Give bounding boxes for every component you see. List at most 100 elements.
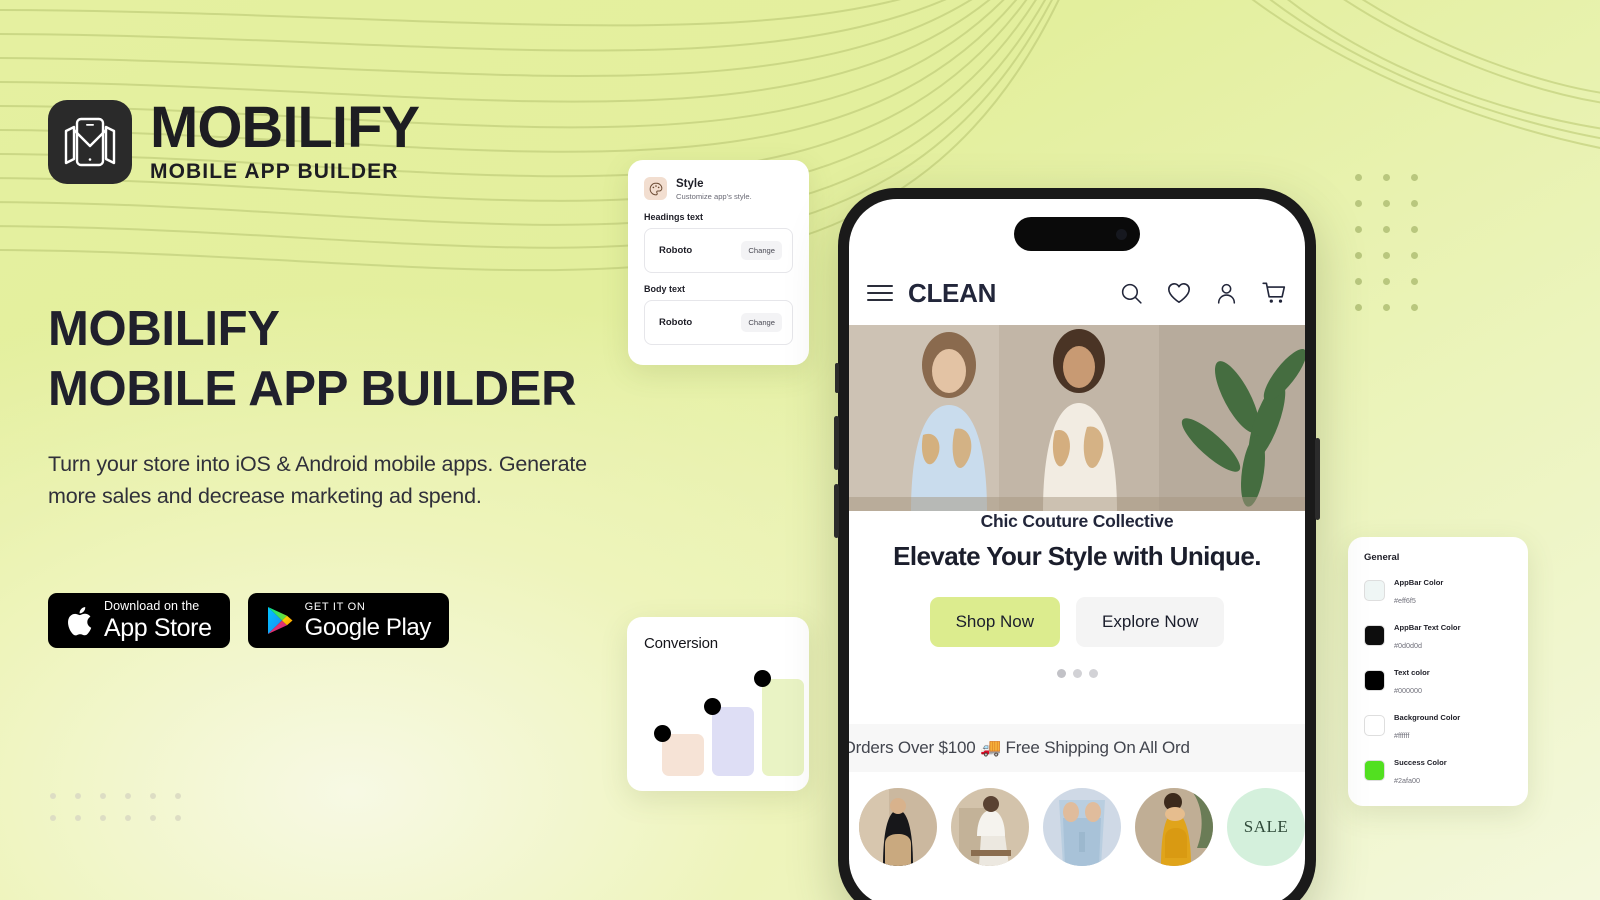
hero-body-text: Turn your store into iOS & Android mobil… (48, 451, 587, 508)
change-body-font-button[interactable]: Change (741, 313, 782, 333)
page-title: MOBILIFY MOBILE APP BUILDER (48, 300, 668, 420)
color-swatch[interactable] (1364, 714, 1385, 736)
headline-line-1: MOBILIFY (48, 302, 280, 356)
dot (50, 793, 56, 799)
pagination-dot[interactable] (1088, 669, 1098, 678)
color-hex: #eff6f5 (1394, 596, 1416, 605)
body-font-value: Roboto (659, 317, 693, 329)
conversion-bar-chart (644, 666, 804, 776)
hamburger-menu-icon[interactable] (867, 285, 893, 301)
dot (1411, 226, 1418, 233)
dot (1411, 174, 1418, 181)
dot (1383, 200, 1390, 207)
heart-icon[interactable] (1166, 280, 1192, 306)
logo-subtitle: MOBILE APP BUILDER (150, 160, 399, 184)
dot (1383, 278, 1390, 285)
yellow-dress-product[interactable] (1135, 788, 1213, 866)
general-card-title: General (1364, 552, 1400, 563)
app-header-actions (1119, 280, 1287, 306)
dot (125, 815, 131, 821)
pagination-dot[interactable] (1072, 669, 1082, 678)
dot (1411, 304, 1418, 311)
carousel-pagination[interactable] (867, 669, 1287, 678)
sale-badge[interactable]: SALE (1227, 788, 1305, 866)
dot (175, 793, 181, 799)
style-settings-card: Style Customize app's style. Headings te… (628, 160, 809, 366)
promo-marquee-banner: n All Orders Over $100 🚚 Free Shipping O… (849, 724, 1305, 772)
dot (125, 793, 131, 799)
body-text-label: Body text (644, 284, 686, 295)
headline-line-2: MOBILE APP BUILDER (48, 361, 577, 416)
search-icon[interactable] (1119, 281, 1144, 306)
power-button[interactable] (1315, 438, 1320, 520)
dot (150, 793, 156, 799)
style-card-description: Customize app's style. (676, 192, 752, 202)
style-card-header: Style Customize app's style. (644, 177, 793, 201)
googleplay-download-button[interactable]: GET IT ON Google Play (247, 593, 449, 648)
user-icon[interactable] (1214, 281, 1239, 306)
volume-up-button[interactable] (834, 416, 839, 470)
marquee-text: n All Orders Over $100 🚚 Free Shipping O… (849, 738, 1190, 757)
dot (100, 793, 106, 799)
appstore-badge-label: App Store (104, 613, 212, 642)
color-name: Text color (1394, 668, 1430, 677)
silent-switch[interactable] (835, 363, 839, 393)
app-header-bar: CLEAN (849, 261, 1305, 325)
dot-grid-bottom-left (50, 793, 200, 837)
color-name: Success Color (1394, 758, 1447, 767)
dot (1411, 200, 1418, 207)
color-swatch[interactable] (1364, 624, 1385, 646)
volume-down-button[interactable] (834, 484, 839, 538)
color-row[interactable]: Text color #000000 (1364, 662, 1512, 698)
dot (1355, 174, 1362, 181)
dot (1355, 278, 1362, 285)
google-play-icon (267, 607, 293, 634)
dot (75, 815, 81, 821)
white-shirt-product[interactable] (951, 788, 1029, 866)
color-row[interactable]: Background Color #ffffff (1364, 707, 1512, 743)
hero-title-text: Elevate Your Style with Unique. (893, 541, 1261, 571)
dot (1411, 252, 1418, 259)
headings-font-field[interactable]: Roboto Change (644, 228, 793, 274)
product-thumbnail-row: SALE (849, 788, 1305, 866)
style-card-title: Style (676, 178, 704, 190)
dot (175, 815, 181, 821)
dynamic-island (1014, 217, 1140, 251)
black-top-product[interactable] (859, 788, 937, 866)
explore-now-button[interactable]: Explore Now (1076, 597, 1225, 647)
app-brand-title: CLEAN (908, 277, 997, 308)
color-hex: #0d0d0d (1394, 641, 1422, 650)
color-row[interactable]: Success Color #2afa00 (1364, 752, 1512, 788)
color-row[interactable]: AppBar Text Color #0d0d0d (1364, 617, 1512, 653)
hero-banner-image (849, 325, 1305, 511)
dot (1383, 304, 1390, 311)
general-colors-card: General AppBar Color #eff6f5 AppBar Text … (1348, 537, 1528, 806)
color-row[interactable]: AppBar Color #eff6f5 (1364, 572, 1512, 608)
change-headings-font-button[interactable]: Change (741, 241, 782, 261)
color-swatch[interactable] (1364, 579, 1385, 601)
blue-trousers-product[interactable] (1043, 788, 1121, 866)
body-font-field[interactable]: Roboto Change (644, 300, 793, 346)
color-swatch[interactable] (1364, 669, 1385, 691)
appstore-download-button[interactable]: Download on the App Store (48, 593, 230, 648)
hero-section: MOBILIFY MOBILE APP BUILDER Turn your st… (48, 300, 668, 512)
pagination-dot[interactable] (1056, 669, 1066, 678)
googleplay-badge-label: Google Play (304, 613, 432, 641)
color-name: Background Color (1394, 713, 1461, 722)
chart-bar (762, 679, 804, 776)
hero-eyebrow-text: Chic Couture Collective (980, 511, 1174, 531)
hero-cta-buttons: Shop Now Explore Now (867, 597, 1287, 647)
color-hex: #000000 (1394, 686, 1422, 695)
color-swatch[interactable] (1364, 759, 1385, 781)
dot (1355, 304, 1362, 311)
phone-envelope-logo-icon (48, 100, 132, 185)
dot (75, 793, 81, 799)
dot (1411, 278, 1418, 285)
store-badges: Download on the App Store GET IT ON Goog… (48, 593, 449, 648)
cart-icon[interactable] (1261, 280, 1287, 306)
logo-title: MOBILIFY (150, 95, 420, 160)
apple-icon (68, 606, 92, 635)
dot (1383, 252, 1390, 259)
front-camera-icon (1116, 228, 1127, 240)
shop-now-button[interactable]: Shop Now (929, 597, 1061, 647)
